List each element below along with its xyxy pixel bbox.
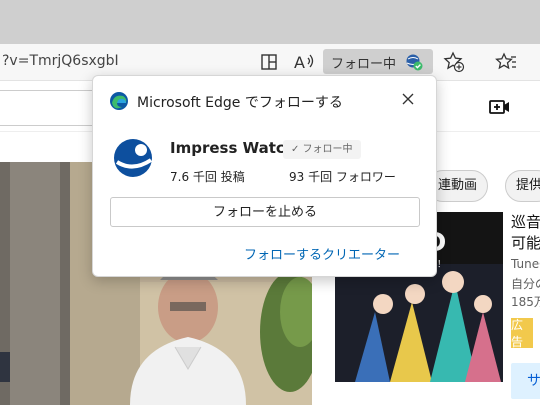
follow-status-button[interactable]: フォロー中 [323,49,433,74]
svg-text:A: A [294,53,305,72]
create-video-icon[interactable] [489,98,511,120]
favorites-icon[interactable] [494,50,518,74]
following-badge: ✓ フォロー中 [283,140,361,159]
creator-avatar [111,136,155,180]
ad-badge: 広告 [511,318,533,349]
split-screen-icon[interactable] [257,50,281,74]
side-video-title-line2[interactable]: 可能 [511,232,540,253]
search-input[interactable] [0,90,104,126]
creator-posts: 7.6 千回 投稿 [170,170,245,184]
popup-title: Microsoft Edge でフォローする [137,95,343,111]
side-video-desc: 自分の [511,277,540,291]
followed-creators-link[interactable]: フォローするクリエーター [244,244,400,263]
creator-name: Impress Watch [170,139,296,157]
side-video-channel: TuneC [511,257,540,271]
edge-follow-icon [405,53,423,71]
chip-provided[interactable]: 提供 [505,170,540,202]
creator-followers: 93 千回 フォロワー [289,170,396,184]
favorite-add-icon[interactable] [442,50,466,74]
side-video-title-line1[interactable]: 巡音 [511,211,540,232]
side-video-views: 185万 [511,295,540,309]
follow-popup: Microsoft Edge でフォローする Impress Watch ✓ フ… [92,75,437,277]
close-icon[interactable] [398,89,418,109]
read-aloud-icon[interactable]: A [292,50,316,74]
unfollow-button[interactable]: フォローを止める [110,197,420,227]
side-action-button[interactable]: サ [511,363,540,399]
follow-status-label: フォロー中 [331,57,397,72]
address-bar-url[interactable]: ?v=TmrjQ6sxgbI [2,53,119,69]
edge-logo-icon [109,91,129,111]
browser-titlebar [0,0,540,44]
